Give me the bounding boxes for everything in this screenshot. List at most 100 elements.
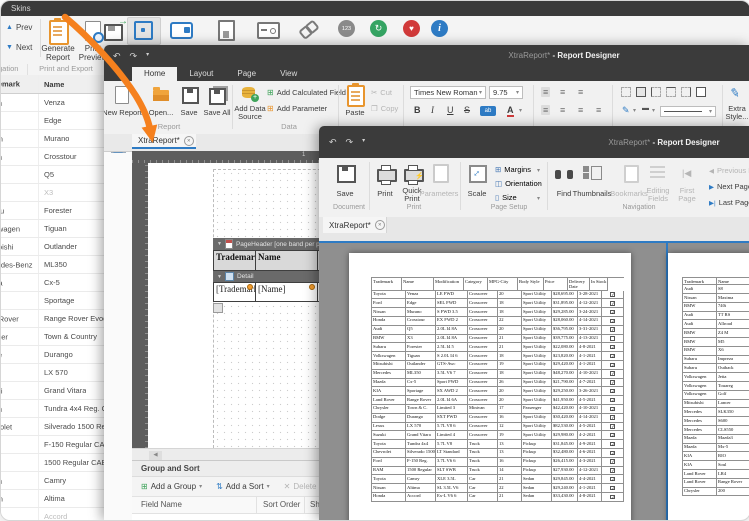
document-view-icon[interactable]: [218, 20, 235, 41]
table-row[interactable]: Nissan Altima: [1, 490, 104, 508]
save-icon[interactable]: [182, 87, 199, 104]
next-button[interactable]: ▼ Next: [6, 43, 32, 52]
collapse-band-icon[interactable]: ▼: [217, 274, 222, 280]
new-report-button[interactable]: New Report: [104, 108, 144, 117]
close-tab-icon[interactable]: ✕: [375, 220, 385, 230]
open-icon[interactable]: [153, 90, 169, 101]
border-color-dropdown-icon[interactable]: ▾: [633, 107, 636, 114]
parameters-icon[interactable]: [433, 164, 449, 183]
add-sort-button[interactable]: ⇅ Add a Sort ▾: [216, 482, 270, 491]
prev-button[interactable]: ▲ Prev: [6, 23, 32, 32]
table-row[interactable]: Volkswagen Tiguan: [1, 220, 104, 238]
align-justify-button[interactable]: ≡: [596, 105, 601, 115]
save-icon[interactable]: [337, 165, 356, 183]
redo-icon[interactable]: ↷: [346, 137, 354, 148]
preview-page-1[interactable]: TrademarkNameModificationCategoryMPG-Cit…: [349, 253, 631, 520]
font-name-combo[interactable]: Times New Roman▾: [410, 86, 486, 99]
design-header-cell-name[interactable]: Name: [255, 250, 318, 271]
design-field-trademark[interactable]: [Trademark]: [213, 282, 256, 302]
table-row[interactable]: Subaru Forester: [1, 202, 104, 220]
scale-button[interactable]: Scale: [461, 189, 493, 198]
preview-title-bar[interactable]: ↶ ↷ ▾ XtraReport* - Report Designer: [319, 126, 749, 158]
orientation-button[interactable]: ◫ Orientation: [495, 179, 542, 188]
qat-dropdown-icon[interactable]: ▾: [146, 51, 149, 62]
export-document-icon[interactable]: [104, 24, 123, 41]
next-page-button[interactable]: ▶ Next Page: [709, 182, 749, 191]
border-left-button[interactable]: [651, 87, 661, 97]
save-all-icon[interactable]: [209, 88, 226, 105]
border-none-button[interactable]: [621, 87, 631, 97]
size-button[interactable]: ▯ Size: [495, 193, 517, 202]
find-icon[interactable]: [555, 166, 574, 179]
margins-button[interactable]: ⊞ Margins: [495, 165, 531, 174]
table-row[interactable]: Dodge Durango: [1, 346, 104, 364]
design-header-cell-trademark[interactable]: Trademark: [213, 250, 256, 271]
favorite-badge-icon[interactable]: ♥: [403, 20, 420, 37]
tab-view[interactable]: View: [268, 67, 309, 81]
table-row[interactable]: Ford F-150 Regular CAB 4X4: [1, 436, 104, 454]
thumbnails-icon[interactable]: [583, 166, 601, 179]
table-row[interactable]: Mazda Cx-5: [1, 274, 104, 292]
undo-icon[interactable]: ↶: [113, 51, 121, 62]
table-row[interactable]: Audi Q5: [1, 166, 104, 184]
name-column-header[interactable]: Name: [39, 80, 64, 89]
design-field-name[interactable]: [Name]: [255, 282, 318, 302]
editing-fields-icon[interactable]: [650, 166, 665, 178]
paste-icon[interactable]: [347, 85, 365, 107]
line-style-dropdown-icon[interactable]: ▾: [652, 107, 655, 114]
add-parameter-button[interactable]: ⊞ Add Parameter: [267, 104, 327, 113]
table-row[interactable]: Suzuki Grand Vitara: [1, 382, 104, 400]
table-row[interactable]: BMW X3: [1, 184, 104, 202]
band-resize-handle[interactable]: [213, 303, 223, 313]
border-box-button[interactable]: [696, 87, 706, 97]
bookmarks-icon[interactable]: [624, 165, 639, 183]
align-center-button[interactable]: ≡: [560, 105, 565, 115]
tab-page[interactable]: Page: [225, 67, 268, 81]
table-row[interactable]: Chrysler Town & Country: [1, 328, 104, 346]
border-all-button[interactable]: [636, 87, 646, 97]
designer-title-bar[interactable]: ↶ ↷ ▾ XtraReport* - Report Designer: [104, 45, 749, 67]
scroll-left-icon[interactable]: ◀: [149, 451, 162, 460]
cut-button[interactable]: ✂Cut: [371, 88, 392, 97]
underline-button[interactable]: U: [447, 105, 454, 115]
font-color-dropdown-icon[interactable]: ▾: [519, 107, 522, 114]
editing-fields-button[interactable]: Editing Fields: [641, 187, 675, 203]
save-button[interactable]: Save: [327, 189, 363, 198]
print-icon[interactable]: [377, 169, 397, 182]
dock-panel-icon[interactable]: [170, 22, 193, 39]
redo-icon[interactable]: ↷: [130, 51, 138, 62]
table-row[interactable]: Mercedes-Benz ML350: [1, 256, 104, 274]
tab-layout[interactable]: Layout: [177, 67, 225, 81]
print-preview-icon[interactable]: [85, 21, 101, 41]
undo-icon[interactable]: ↶: [329, 137, 337, 148]
align-right-button[interactable]: ≡: [578, 105, 583, 115]
font-size-combo[interactable]: 9.75▾: [489, 86, 523, 99]
first-page-icon[interactable]: |◀: [682, 168, 691, 179]
table-row[interactable]: Toyota Camry: [1, 472, 104, 490]
table-row[interactable]: Mitsubishi Outlander: [1, 238, 104, 256]
add-group-button[interactable]: ⊞ Add a Group ▾: [141, 482, 202, 491]
parameters-button[interactable]: Parameters: [417, 189, 461, 198]
align-bottom-button[interactable]: ≡: [578, 87, 583, 97]
numbers-badge-icon[interactable]: 123: [338, 20, 355, 37]
designer-doc-tab[interactable]: XtraReport* ✕: [132, 134, 196, 149]
table-row[interactable]: Toyota Venza: [1, 94, 104, 112]
border-right-button[interactable]: [681, 87, 691, 97]
generate-report-icon[interactable]: [49, 20, 69, 45]
close-tab-icon[interactable]: ✕: [184, 136, 194, 146]
table-row[interactable]: Honda Accord: [1, 508, 104, 520]
font-color-button[interactable]: A: [507, 105, 514, 117]
highlight-color-button[interactable]: ab: [480, 106, 496, 116]
collapse-band-icon[interactable]: ▼: [217, 241, 222, 247]
align-top-button[interactable]: ≡: [541, 87, 550, 97]
vertical-ruler[interactable]: [132, 163, 148, 448]
trademark-column-header[interactable]: Trademark: [1, 75, 39, 93]
preview-page-2[interactable]: Trademark Name Audi S8 Nissan Maxima: [668, 253, 749, 520]
data-grid-header[interactable]: Trademark Name: [1, 75, 104, 94]
border-color-pen-icon[interactable]: ✎: [622, 105, 630, 116]
align-left-button[interactable]: ≡: [541, 105, 550, 115]
paste-button[interactable]: Paste: [340, 108, 370, 117]
zoom-fit-icon[interactable]: [134, 21, 153, 40]
line-style-icon[interactable]: ▬: [642, 105, 649, 112]
table-row[interactable]: Kia Sportage: [1, 292, 104, 310]
